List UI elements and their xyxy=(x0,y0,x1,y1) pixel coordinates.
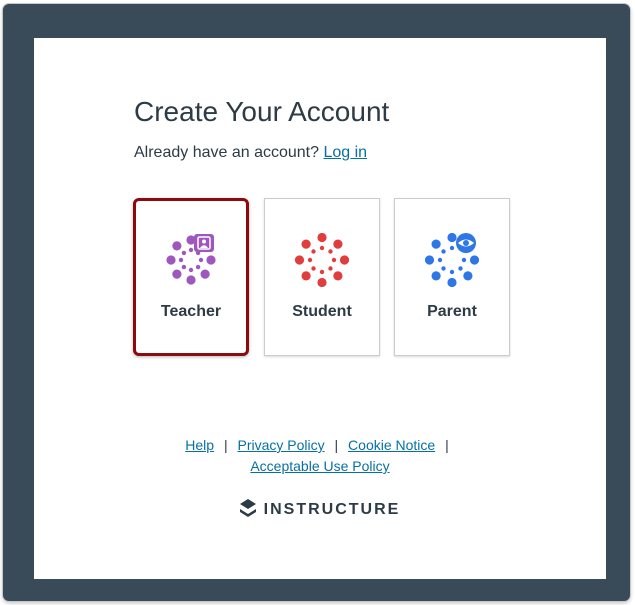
login-link[interactable]: Log in xyxy=(323,144,367,161)
role-card-student[interactable]: Student xyxy=(264,198,380,356)
brand-name: INSTRUCTURE xyxy=(263,501,401,518)
role-label-parent: Parent xyxy=(427,303,477,320)
canvas-teacher-icon xyxy=(166,234,216,285)
role-label-teacher: Teacher xyxy=(160,303,222,320)
canvas-student-icon xyxy=(295,233,349,287)
footer-separator: | xyxy=(445,437,449,453)
already-have-account-text: Already have an account? xyxy=(134,144,320,161)
role-card-teacher[interactable]: Teacher xyxy=(133,198,249,356)
privacy-policy-link[interactable]: Privacy Policy xyxy=(237,437,324,453)
canvas-parent-icon xyxy=(425,233,479,287)
footer-separator: | xyxy=(334,437,339,453)
login-prompt: Already have an account? Log in xyxy=(134,144,367,162)
footer-separator: | xyxy=(223,437,228,453)
instructure-brand: INSTRUCTURE xyxy=(34,499,606,519)
instructure-logo-icon xyxy=(239,499,256,517)
cookie-notice-link[interactable]: Cookie Notice xyxy=(348,437,435,453)
page-title: Create Your Account xyxy=(134,96,390,127)
role-label-student: Student xyxy=(292,303,352,320)
signup-panel: Create Your Account Already have an acco… xyxy=(34,38,606,579)
footer-links: Help | Privacy Policy | Cookie Notice | … xyxy=(34,435,606,477)
role-card-parent[interactable]: Parent xyxy=(394,198,510,356)
app-window: Create Your Account Already have an acco… xyxy=(3,4,630,601)
help-link[interactable]: Help xyxy=(185,437,214,453)
acceptable-use-policy-link[interactable]: Acceptable Use Policy xyxy=(250,458,389,474)
